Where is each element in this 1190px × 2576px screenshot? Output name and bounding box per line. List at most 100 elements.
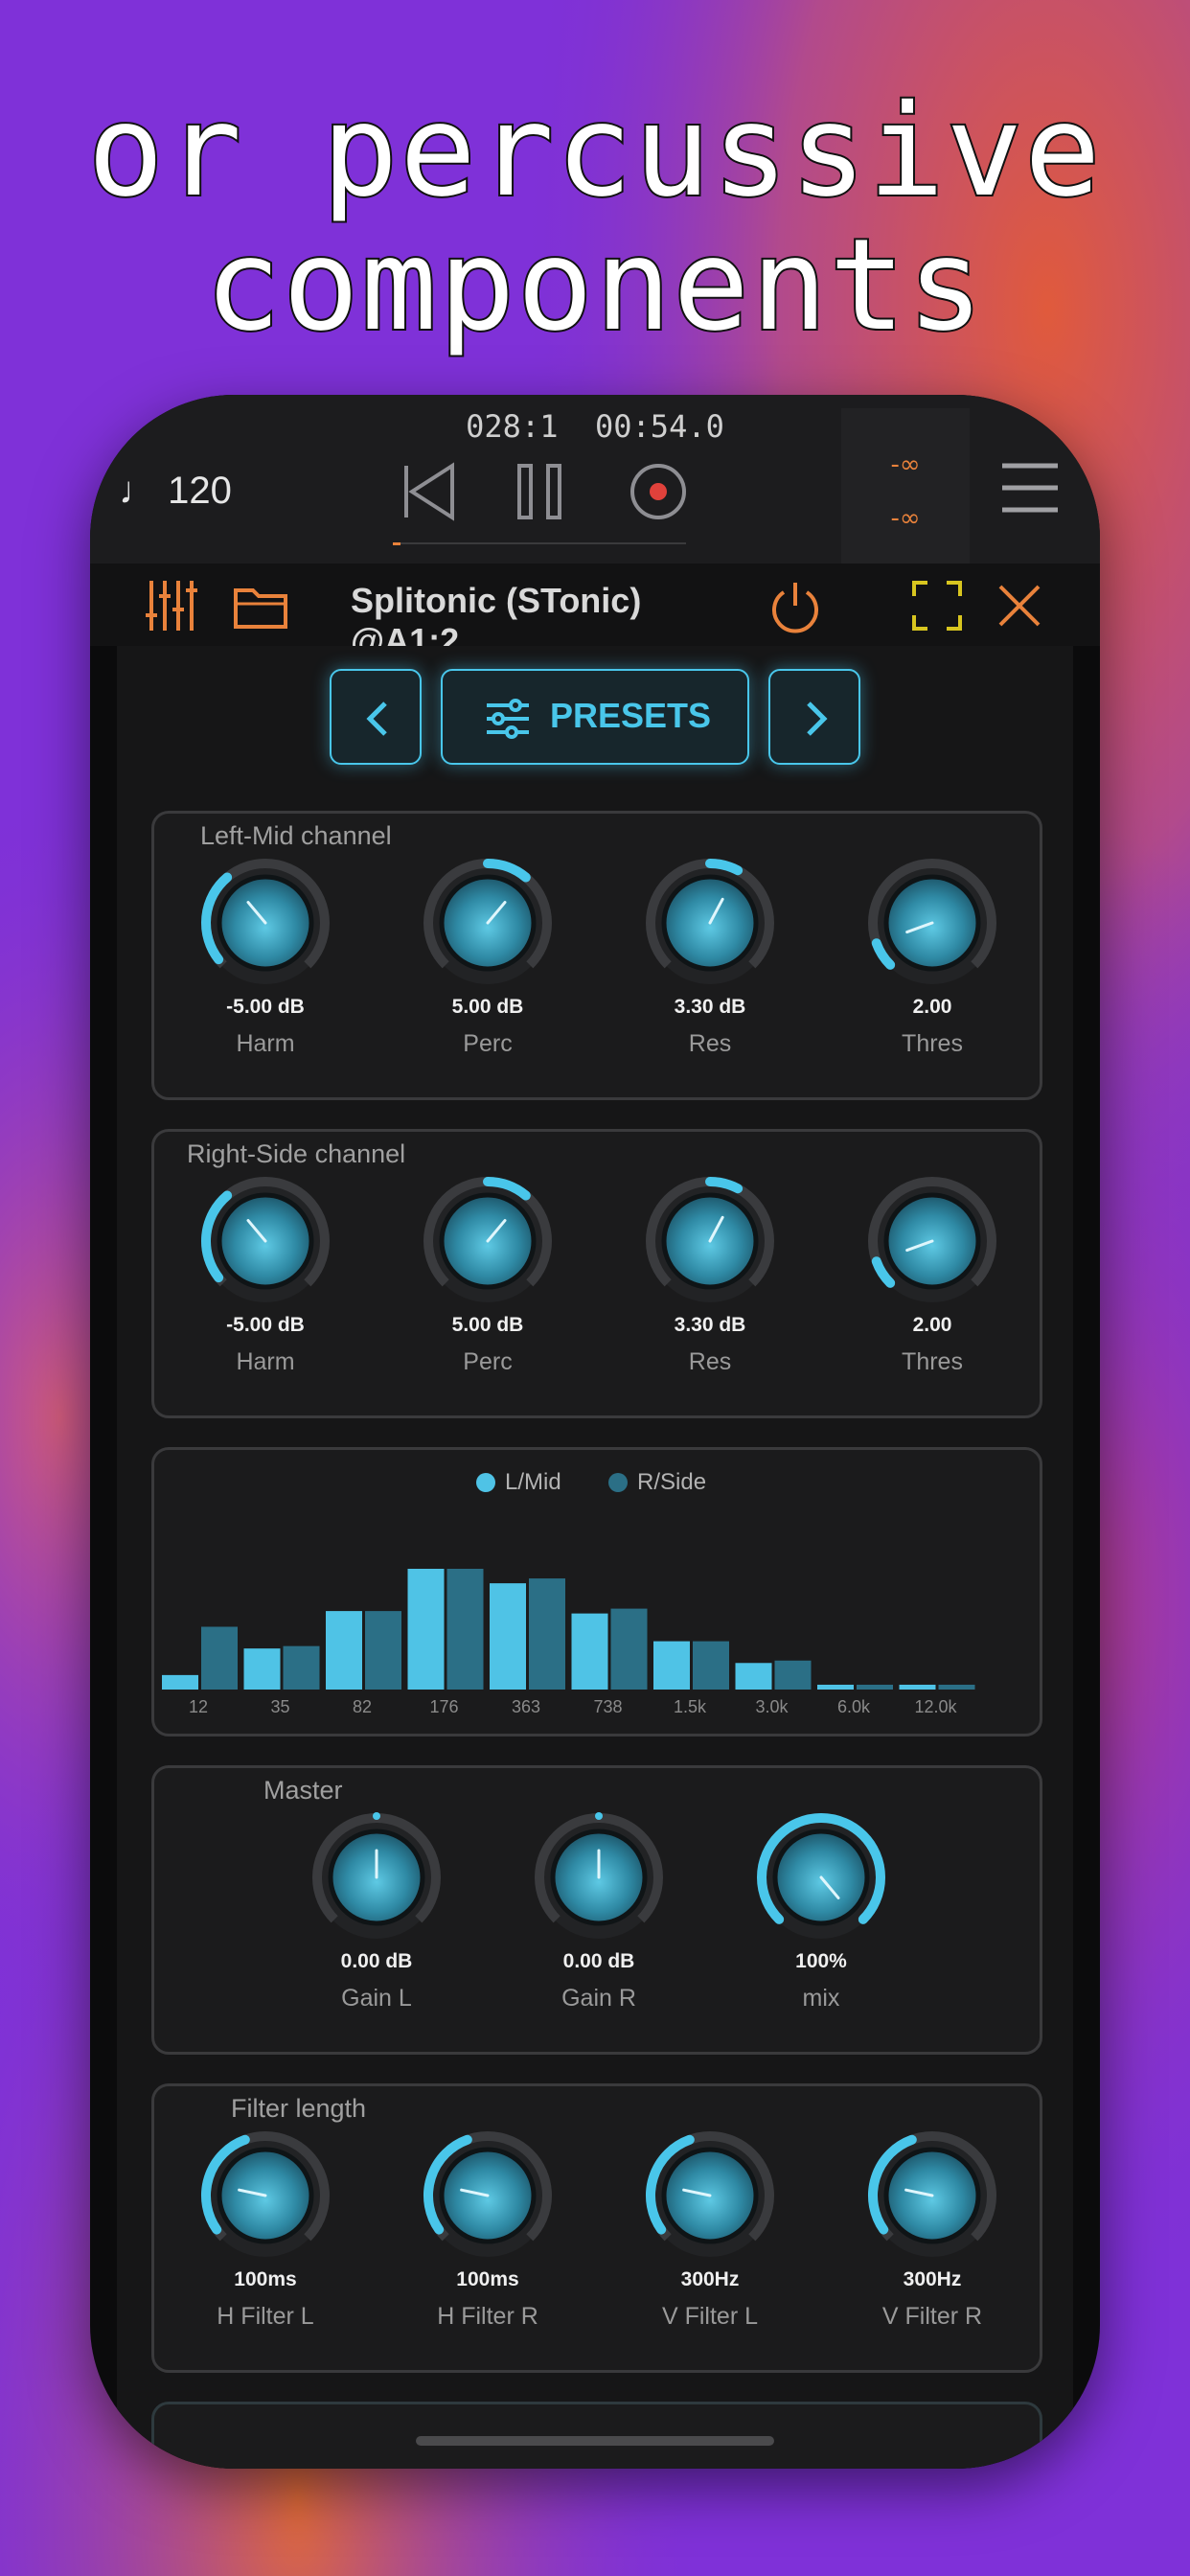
spectrum-band-label: 6.0k [837, 1697, 871, 1716]
power-icon [772, 583, 818, 633]
filter-length-panel: Filter length 100ms H Filter L 100ms H F… [151, 2083, 1042, 2373]
presets-label: PRESETS [550, 696, 712, 735]
knob-value: 3.30 dB [674, 1314, 746, 1336]
left-mid-channel-panel: Left-Mid channel -5.00 dB Harm 5.00 dB P… [151, 811, 1042, 1100]
knob-dial [868, 859, 996, 984]
v-filter-l-knob[interactable]: 300Hz V Filter L [599, 2125, 821, 2330]
left-mid-res-knob[interactable]: 3.30 dB Res [599, 852, 821, 1057]
pause-button[interactable] [508, 458, 575, 525]
prev-preset-button[interactable] [330, 669, 422, 765]
spectrum-bar-rside [365, 1611, 401, 1690]
tempo-value: 120 [168, 470, 232, 512]
power-button[interactable] [767, 577, 824, 634]
record-icon [630, 464, 686, 519]
knob-center-dot [373, 1812, 380, 1820]
right-side-res-knob[interactable]: 3.30 dB Res [599, 1170, 821, 1375]
knob-dial [535, 1812, 663, 1939]
knob-label: mix [802, 1985, 840, 2012]
lmid-dot-icon [476, 1473, 495, 1492]
tempo-display[interactable]: ♩ 120 [119, 470, 232, 513]
spectrum-band-label: 363 [512, 1697, 540, 1716]
close-button[interactable] [991, 577, 1048, 634]
playhead-track[interactable] [393, 542, 686, 544]
presets-button[interactable]: PRESETS [441, 669, 749, 765]
right-side-perc-knob[interactable]: 5.00 dB Perc [377, 1170, 599, 1375]
right-side-harm-knob[interactable]: -5.00 dB Harm [154, 1170, 377, 1375]
spectrum-bar-rside [857, 1684, 893, 1690]
spectrum-bar-rside [774, 1660, 812, 1690]
v-filter-r-knob[interactable]: 300Hz V Filter R [821, 2125, 1043, 2330]
quarter-note-icon: ♩ [119, 470, 157, 512]
spectrum-bar-rside [938, 1684, 975, 1690]
knob-label: V Filter L [661, 2303, 759, 2330]
knob-label: Harm [236, 1348, 295, 1375]
knob-value: -5.00 dB [226, 1314, 305, 1336]
knob-label: Perc [463, 1030, 513, 1057]
knob-dial [201, 859, 330, 984]
master-mix-knob[interactable]: 100% mix [710, 1806, 932, 2012]
knob-value: 2.00 [912, 996, 952, 1018]
hamburger-menu-icon [1002, 463, 1058, 513]
left-mid-thres-knob[interactable]: 2.00 Thres [821, 852, 1043, 1057]
knob-dial [646, 2131, 774, 2257]
knob-label: Thres [902, 1030, 963, 1057]
spectrum-bar-rside [693, 1641, 729, 1690]
menu-button[interactable] [996, 454, 1064, 521]
close-icon [998, 585, 1041, 627]
spectrum-bar-rside [529, 1578, 565, 1690]
legend-rside: R/Side [608, 1469, 706, 1496]
headline-line-1: or percussive [85, 78, 1103, 225]
spectrum-band-label: 1.5k [674, 1697, 707, 1716]
knob-dial [646, 859, 774, 984]
folder-button[interactable] [232, 577, 289, 634]
plugin-header: Splitonic (STonic) @A1:2 [90, 564, 1100, 660]
fullscreen-button[interactable] [908, 577, 966, 634]
master-gain-r-knob[interactable]: 0.00 dB Gain R [488, 1806, 710, 2012]
right-side-thres-knob[interactable]: 2.00 Thres [821, 1170, 1043, 1375]
spectrum-band-label: 3.0k [755, 1697, 789, 1716]
spectrum-bar-lmid [899, 1684, 936, 1690]
knob-value: 100% [795, 1950, 847, 1972]
spectrum-band-label: 12 [189, 1697, 208, 1716]
record-button[interactable] [625, 458, 692, 525]
knob-label: H Filter L [217, 2303, 314, 2330]
knob-label: Gain L [341, 1985, 412, 2012]
spectrum-bar-rside [446, 1569, 484, 1690]
rside-dot-icon [608, 1473, 628, 1492]
skip-back-icon [404, 462, 454, 521]
spectrum-bar-lmid [735, 1663, 772, 1690]
mixer-sliders-icon [146, 581, 197, 631]
home-indicator [416, 2436, 774, 2446]
left-mid-perc-knob[interactable]: 5.00 dB Perc [377, 852, 599, 1057]
left-mid-harm-knob[interactable]: -5.00 dB Harm [154, 852, 377, 1057]
knob-label: Res [688, 1030, 732, 1057]
knob-label: V Filter R [881, 2303, 983, 2330]
filter-length-title: Filter length [231, 2094, 367, 2123]
timecode-time: 00:54.0 [595, 408, 724, 445]
knob-label: Perc [463, 1348, 513, 1375]
right-side-channel-panel: Right-Side channel -5.00 dB Harm 5.00 dB… [151, 1129, 1042, 1418]
knob-value: 5.00 dB [451, 1314, 524, 1336]
spectrum-band-label: 35 [270, 1697, 289, 1716]
knob-value: 300Hz [903, 2268, 962, 2290]
spectrum-band-label: 738 [593, 1697, 622, 1716]
spectrum-panel: L/Mid R/Side 12 35 82 176 363 738 1.5k 3.0k 6.0k… [151, 1447, 1042, 1736]
next-preset-button[interactable] [768, 669, 860, 765]
spectrum-bar-lmid [326, 1611, 362, 1690]
spectrum-bar-rside [283, 1645, 320, 1690]
transport-bar: ♩ 120 028:1 00:54.0 -∞ -∞ [90, 395, 1100, 564]
mixer-button[interactable] [144, 577, 201, 634]
knob-dial [868, 1177, 996, 1302]
master-title: Master [263, 1776, 343, 1805]
rewind-button[interactable] [395, 458, 462, 525]
knob-dial [312, 1812, 441, 1939]
pause-icon [517, 464, 561, 519]
next-panel-partial [151, 2402, 1042, 2469]
knob-value: 0.00 dB [562, 1950, 635, 1972]
knob-value: 100ms [234, 2268, 297, 2290]
h-filter-r-knob[interactable]: 100ms H Filter R [377, 2125, 599, 2330]
master-gain-l-knob[interactable]: 0.00 dB Gain L [265, 1806, 488, 2012]
h-filter-l-knob[interactable]: 100ms H Filter L [154, 2125, 377, 2330]
right-side-channel-title: Right-Side channel [187, 1139, 406, 1168]
knob-value: -5.00 dB [226, 996, 305, 1018]
